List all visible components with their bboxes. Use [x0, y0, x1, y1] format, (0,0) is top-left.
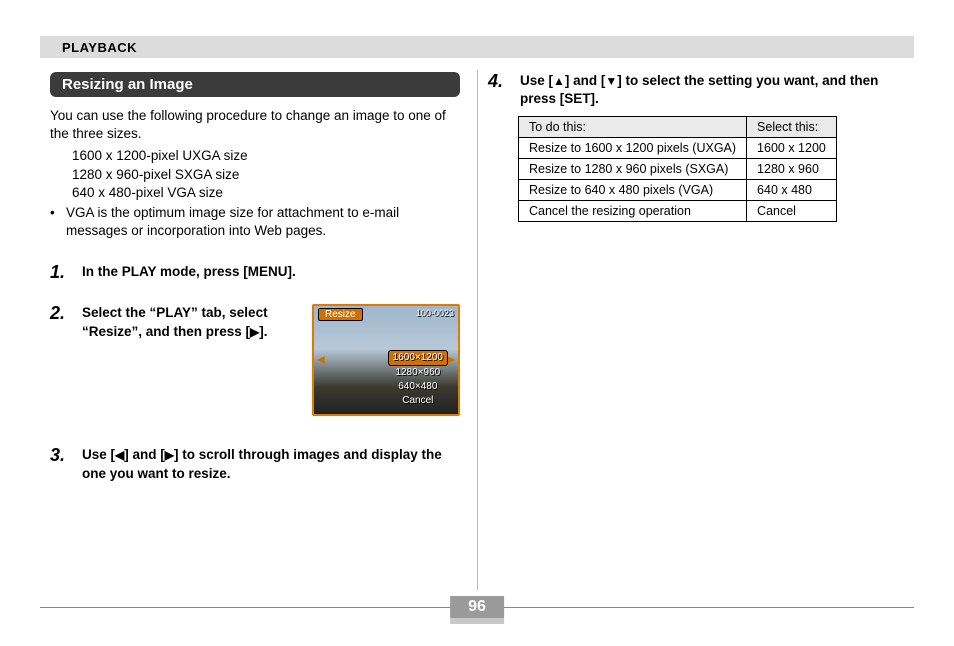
down-arrow-icon: ▼: [605, 73, 617, 89]
lcd-title: Resize: [318, 308, 363, 321]
page-footer: 96: [0, 596, 954, 620]
left-arrow-icon: ◀: [115, 447, 124, 463]
intro-paragraph: You can use the following procedure to c…: [50, 107, 460, 143]
page-number-box: 96: [450, 596, 504, 624]
left-column: Resizing an Image You can use the follow…: [50, 72, 460, 483]
size-item: 1280 x 960-pixel SXGA size: [72, 166, 460, 184]
table-cell: 1280 x 960: [747, 159, 837, 180]
step-text-pre: Use [: [520, 73, 553, 88]
section-title-text: Resizing an Image: [62, 76, 193, 93]
table-header: To do this:: [519, 117, 747, 138]
lcd-options: 1600×1200 1280×960 640×480 Cancel: [388, 350, 448, 408]
left-arrow-icon: ◀: [317, 355, 325, 366]
bullet-dot: •: [50, 204, 60, 240]
right-arrow-icon: ▶: [165, 447, 174, 463]
page-number: 96: [450, 596, 504, 618]
table-cell: Resize to 1600 x 1200 pixels (UXGA): [519, 138, 747, 159]
table-row: Resize to 640 x 480 pixels (VGA) 640 x 4…: [519, 180, 837, 201]
step-number: 2.: [50, 304, 72, 340]
resize-table: To do this: Select this: Resize to 1600 …: [518, 116, 837, 222]
step-body: Use [◀] and [▶] to scroll through images…: [82, 446, 460, 482]
size-dim: 640 x 480: [72, 185, 131, 200]
step-text-pre: Select the “PLAY” tab, select “Resize”, …: [82, 305, 268, 338]
lcd-option: Cancel: [388, 394, 448, 408]
size-dim: 1600 x 1200: [72, 148, 146, 163]
step-number: 1.: [50, 263, 72, 283]
size-list: 1600 x 1200-pixel UXGA size 1280 x 960-p…: [72, 147, 460, 202]
step-number: 3.: [50, 446, 72, 482]
lcd-image-id: 100-0023: [416, 308, 454, 318]
up-arrow-icon: ▲: [553, 73, 565, 89]
lcd-option: 640×480: [388, 380, 448, 394]
note-bullet: • VGA is the optimum image size for atta…: [50, 204, 460, 240]
step-2-row: 2. Select the “PLAY” tab, select “Resize…: [50, 304, 460, 416]
step-4: 4. Use [▲] and [▼] to select the setting…: [488, 72, 888, 108]
size-label: -pixel UXGA size: [146, 148, 247, 163]
step-body: Use [▲] and [▼] to select the setting yo…: [520, 72, 888, 108]
step-1: 1. In the PLAY mode, press [MENU].: [50, 263, 460, 283]
table-cell: 640 x 480: [747, 180, 837, 201]
note-text: VGA is the optimum image size for attach…: [66, 204, 460, 240]
size-label: -pixel VGA size: [131, 185, 223, 200]
page-number-shadow: [450, 618, 504, 624]
step-text-mid: ] and [: [565, 73, 606, 88]
table-row: Resize to 1280 x 960 pixels (SXGA) 1280 …: [519, 159, 837, 180]
step-number: 4.: [488, 72, 510, 108]
table-cell: Resize to 1280 x 960 pixels (SXGA): [519, 159, 747, 180]
step-3: 3. Use [◀] and [▶] to scroll through ima…: [50, 446, 460, 482]
table-cell: Resize to 640 x 480 pixels (VGA): [519, 180, 747, 201]
step-text-pre: Use [: [82, 447, 115, 462]
step-body: In the PLAY mode, press [MENU].: [82, 263, 460, 283]
table-row: Cancel the resizing operation Cancel: [519, 201, 837, 222]
right-arrow-icon: ▶: [250, 324, 259, 340]
right-arrow-icon: ▶: [447, 355, 455, 366]
section-header-text: PLAYBACK: [62, 40, 137, 55]
step-body: Select the “PLAY” tab, select “Resize”, …: [82, 304, 298, 340]
lcd-preview: Resize 100-0023 ◀ ▶ 1600×1200 1280×960 6…: [312, 304, 460, 416]
table-header-row: To do this: Select this:: [519, 117, 837, 138]
size-item: 1600 x 1200-pixel UXGA size: [72, 147, 460, 165]
size-dim: 1280 x 960: [72, 167, 139, 182]
right-column: 4. Use [▲] and [▼] to select the setting…: [488, 72, 888, 483]
lcd-option-selected: 1600×1200: [388, 350, 448, 366]
lcd-option: 1280×960: [388, 366, 448, 380]
step-text-mid: ] and [: [124, 447, 165, 462]
table-cell: 1600 x 1200: [747, 138, 837, 159]
step-2-text: 2. Select the “PLAY” tab, select “Resize…: [50, 304, 298, 340]
size-label: -pixel SXGA size: [139, 167, 240, 182]
table-header: Select this:: [747, 117, 837, 138]
table-cell: Cancel the resizing operation: [519, 201, 747, 222]
section-header: PLAYBACK: [40, 36, 914, 58]
table-row: Resize to 1600 x 1200 pixels (UXGA) 1600…: [519, 138, 837, 159]
section-title: Resizing an Image: [50, 72, 460, 97]
table-cell: Cancel: [747, 201, 837, 222]
step-text-post: ].: [259, 324, 267, 339]
page-content: Resizing an Image You can use the follow…: [50, 72, 904, 483]
size-item: 640 x 480-pixel VGA size: [72, 184, 460, 202]
